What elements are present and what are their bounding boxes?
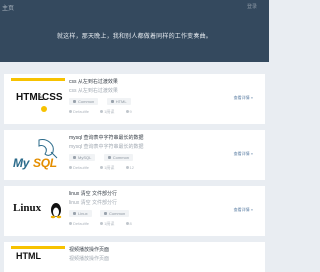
- author: Defaultfe: [69, 109, 94, 114]
- user-icon: [69, 222, 72, 226]
- eye-icon: [125, 166, 129, 170]
- read-more-link[interactable]: 查看详情 »: [234, 151, 253, 157]
- comment-count: 12: [125, 165, 139, 170]
- hero-tagline: 就这样，那天晚上，我和别人都做着同样的工作变奏曲。: [56, 34, 212, 40]
- article-description: 视频播放操作页面: [69, 256, 110, 262]
- tag[interactable]: Common: [69, 98, 99, 105]
- eye-icon: [125, 222, 129, 226]
- read-more-link[interactable]: 查看详情 »: [234, 95, 253, 101]
- article-title[interactable]: mysql 查询表中字符串最长的数据: [69, 135, 219, 142]
- article-thumbnail[interactable]: HTML & CSS: [11, 78, 65, 120]
- read-count: 1阅读: [100, 221, 119, 226]
- tag[interactable]: Common: [100, 210, 130, 217]
- article-card[interactable]: HTML & CSS css 从左到右过渡效果 css 从左到右过渡效果 Com…: [4, 74, 265, 124]
- html-css-logo: HTML: [11, 246, 65, 262]
- user-icon: [69, 166, 72, 170]
- tag-icon: [104, 212, 108, 216]
- tag[interactable]: Linux: [69, 210, 92, 217]
- clock-icon: [100, 222, 104, 226]
- tag[interactable]: Common: [103, 154, 134, 161]
- comment-count: 8: [125, 221, 137, 226]
- article-description: css 从左到右过渡效果: [69, 88, 118, 94]
- logo-text-my: My: [13, 156, 30, 170]
- article-card[interactable]: Linux linux 清空 文件部分行 linux 清空 文件部分行 Linu…: [4, 186, 265, 236]
- logo-text-sql: SQL: [33, 156, 57, 170]
- read-more-link[interactable]: 查看详情 »: [234, 207, 253, 213]
- logo-text-css: CSS: [42, 92, 63, 103]
- eye-icon: [125, 110, 129, 114]
- tag-icon: [73, 156, 76, 160]
- linux-logo: Linux: [11, 190, 65, 232]
- tag-icon: [73, 100, 76, 104]
- logo-text-html: HTML: [16, 251, 41, 261]
- mysql-logo: My SQL: [11, 134, 65, 176]
- tag-icon: [73, 212, 76, 216]
- hero-banner: 主页 登录 就这样，那天晚上，我和别人都做着同样的工作变奏曲。: [0, 0, 269, 62]
- read-count: 1阅读: [100, 165, 119, 170]
- tag-icon: [107, 156, 111, 160]
- tag-list: Linux Common: [69, 210, 219, 218]
- user-icon: [69, 110, 72, 114]
- article-description: linux 清空 文件部分行: [69, 200, 118, 206]
- html-css-logo: HTML & CSS: [11, 78, 65, 120]
- article-card[interactable]: HTML 视频播放操作页面 视频播放操作页面: [4, 242, 265, 272]
- article-title[interactable]: 视频播放操作页面: [69, 247, 219, 254]
- article-title[interactable]: linux 清空 文件部分行: [69, 191, 219, 198]
- article-thumbnail[interactable]: My SQL: [11, 134, 65, 176]
- read-count: 1阅读: [100, 109, 119, 114]
- tag[interactable]: MySQL: [69, 154, 96, 161]
- author: Defaultfe: [69, 221, 94, 226]
- tag-list: Common HTML: [69, 98, 219, 106]
- article-thumbnail[interactable]: Linux: [11, 190, 65, 232]
- clock-icon: [100, 110, 104, 114]
- author: Defaultfe: [69, 165, 94, 170]
- article-thumbnail[interactable]: HTML: [11, 246, 65, 262]
- article-description: mysql 查询表中字符串最长的数据: [69, 144, 144, 150]
- login-link[interactable]: 登录: [247, 3, 257, 10]
- tag-icon: [110, 100, 114, 104]
- penguin-icon: [50, 203, 62, 219]
- article-stats: Defaultfe 1阅读 9: [69, 109, 219, 115]
- article-stats: Defaultfe 1阅读 8: [69, 221, 219, 227]
- tag[interactable]: HTML: [106, 98, 131, 105]
- tag-list: MySQL Common: [69, 154, 219, 162]
- article-card[interactable]: My SQL mysql 查询表中字符串最长的数据 mysql 查询表中字符串最…: [4, 130, 265, 180]
- site-title-link[interactable]: 主页: [2, 3, 14, 12]
- top-navbar: 主页 登录: [0, 0, 269, 13]
- article-title[interactable]: css 从左到右过渡效果: [69, 79, 219, 86]
- article-stats: Defaultfe 1阅读 12: [69, 165, 219, 171]
- clock-icon: [100, 166, 104, 170]
- comment-count: 9: [125, 109, 137, 114]
